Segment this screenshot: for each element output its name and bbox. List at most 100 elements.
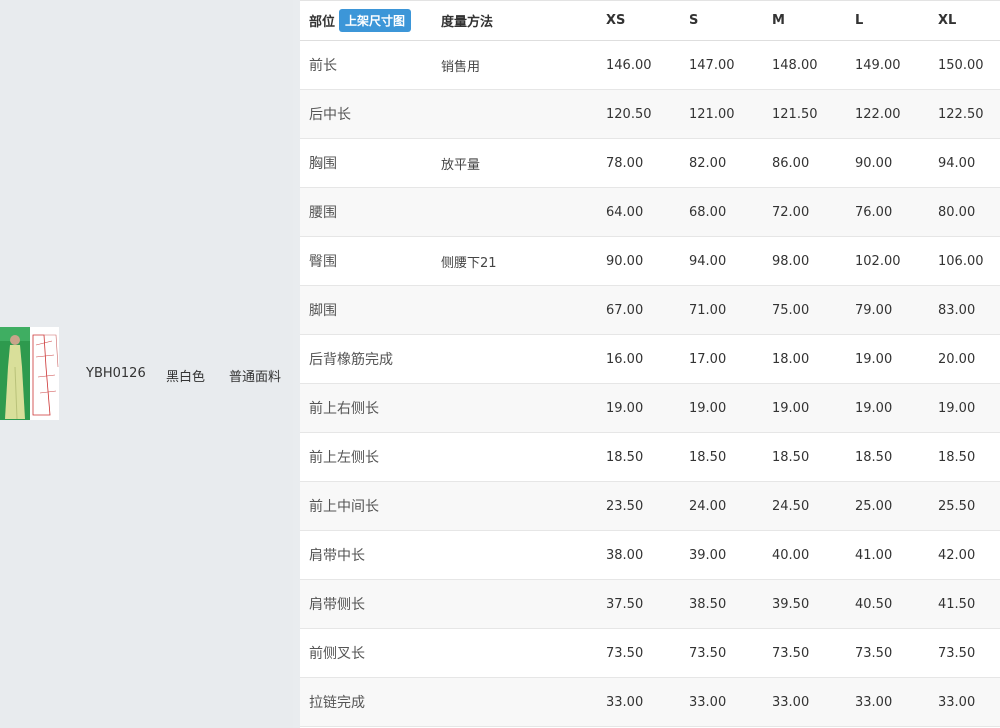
row-measure-method bbox=[432, 383, 597, 433]
row-measure-method bbox=[432, 481, 597, 531]
table-row: 臀围 侧腰下21 90.00 94.00 98.00 102.00 106.00 bbox=[300, 236, 1000, 286]
row-part-name: 臀围 bbox=[300, 236, 432, 286]
row-size-value: 83.00 bbox=[929, 285, 1000, 335]
row-size-value: 33.00 bbox=[597, 677, 680, 727]
row-size-value: 18.50 bbox=[846, 432, 929, 482]
row-size-value: 150.00 bbox=[929, 40, 1000, 90]
row-measure-method: 销售用 bbox=[432, 40, 597, 90]
row-size-value: 25.50 bbox=[929, 481, 1000, 531]
row-size-value: 33.00 bbox=[846, 677, 929, 727]
row-size-value: 73.50 bbox=[763, 628, 846, 678]
row-size-value: 40.00 bbox=[763, 530, 846, 580]
row-size-value: 25.00 bbox=[846, 481, 929, 531]
size-chart-body: 前长 销售用 146.00 147.00 148.00 149.00 150.00 后中长 12… bbox=[300, 40, 1000, 727]
row-size-value: 42.00 bbox=[929, 530, 1000, 580]
row-size-value: 67.00 bbox=[597, 285, 680, 335]
row-part-name: 脚围 bbox=[300, 285, 432, 335]
row-size-value: 121.50 bbox=[763, 89, 846, 139]
table-row: 前长 销售用 146.00 147.00 148.00 149.00 150.00 bbox=[300, 40, 1000, 90]
product-thumbnail[interactable] bbox=[0, 327, 59, 420]
row-size-value: 18.00 bbox=[763, 334, 846, 384]
row-size-value: 19.00 bbox=[763, 383, 846, 433]
row-size-value: 19.00 bbox=[846, 334, 929, 384]
row-size-value: 79.00 bbox=[846, 285, 929, 335]
row-measure-method bbox=[432, 677, 597, 727]
row-size-value: 23.50 bbox=[597, 481, 680, 531]
header-part-label: 部位 bbox=[309, 15, 336, 30]
dress-sketch-icon bbox=[0, 327, 59, 420]
header-size-xs: XS bbox=[597, 0, 680, 41]
row-part-name: 前上左侧长 bbox=[300, 432, 432, 482]
table-row: 前侧叉长 73.50 73.50 73.50 73.50 73.50 bbox=[300, 628, 1000, 678]
header-size-m: M bbox=[763, 0, 846, 41]
row-size-value: 146.00 bbox=[597, 40, 680, 90]
header-size-l: L bbox=[846, 0, 929, 41]
table-row: 后中长 120.50 121.00 121.50 122.00 122.50 bbox=[300, 89, 1000, 139]
row-size-value: 19.00 bbox=[680, 383, 763, 433]
row-part-name: 前上右侧长 bbox=[300, 383, 432, 433]
table-row: 前上左侧长 18.50 18.50 18.50 18.50 18.50 bbox=[300, 432, 1000, 482]
row-size-value: 147.00 bbox=[680, 40, 763, 90]
table-row: 肩带侧长 37.50 38.50 39.50 40.50 41.50 bbox=[300, 579, 1000, 629]
row-size-value: 38.50 bbox=[680, 579, 763, 629]
row-measure-method bbox=[432, 89, 597, 139]
row-size-value: 19.00 bbox=[846, 383, 929, 433]
product-fabric: 普通面料 bbox=[229, 370, 282, 385]
row-measure-method bbox=[432, 628, 597, 678]
row-size-value: 90.00 bbox=[846, 138, 929, 188]
row-size-value: 94.00 bbox=[929, 138, 1000, 188]
row-size-value: 120.50 bbox=[597, 89, 680, 139]
row-size-value: 18.50 bbox=[597, 432, 680, 482]
row-part-name: 拉链完成 bbox=[300, 677, 432, 727]
row-measure-method bbox=[432, 530, 597, 580]
row-size-value: 40.50 bbox=[846, 579, 929, 629]
table-row: 前上中间长 23.50 24.00 24.50 25.00 25.50 bbox=[300, 481, 1000, 531]
table-row: 拉链完成 33.00 33.00 33.00 33.00 33.00 bbox=[300, 677, 1000, 727]
row-size-value: 33.00 bbox=[763, 677, 846, 727]
row-size-value: 90.00 bbox=[597, 236, 680, 286]
row-part-name: 前侧叉长 bbox=[300, 628, 432, 678]
row-part-name: 后中长 bbox=[300, 89, 432, 139]
header-size-s: S bbox=[680, 0, 763, 41]
row-size-value: 24.50 bbox=[763, 481, 846, 531]
row-size-value: 18.50 bbox=[929, 432, 1000, 482]
row-size-value: 24.00 bbox=[680, 481, 763, 531]
row-measure-method: 侧腰下21 bbox=[432, 236, 597, 286]
row-size-value: 71.00 bbox=[680, 285, 763, 335]
row-measure-method bbox=[432, 579, 597, 629]
row-size-value: 68.00 bbox=[680, 187, 763, 237]
row-size-value: 39.50 bbox=[763, 579, 846, 629]
row-size-value: 19.00 bbox=[929, 383, 1000, 433]
row-size-value: 37.50 bbox=[597, 579, 680, 629]
row-size-value: 72.00 bbox=[763, 187, 846, 237]
row-size-value: 82.00 bbox=[680, 138, 763, 188]
row-size-value: 78.00 bbox=[597, 138, 680, 188]
row-size-value: 149.00 bbox=[846, 40, 929, 90]
row-size-value: 33.00 bbox=[680, 677, 763, 727]
product-info-panel: YBH0126 黑白色 普通面料 bbox=[0, 0, 293, 728]
upload-size-chart-button[interactable]: 上架尺寸图 bbox=[339, 9, 412, 32]
row-size-value: 73.50 bbox=[846, 628, 929, 678]
row-part-name: 肩带中长 bbox=[300, 530, 432, 580]
row-measure-method: 放平量 bbox=[432, 138, 597, 188]
row-size-value: 76.00 bbox=[846, 187, 929, 237]
table-row: 后背橡筋完成 16.00 17.00 18.00 19.00 20.00 bbox=[300, 334, 1000, 384]
row-size-value: 102.00 bbox=[846, 236, 929, 286]
row-part-name: 前上中间长 bbox=[300, 481, 432, 531]
row-size-value: 64.00 bbox=[597, 187, 680, 237]
size-chart-table: 部位 上架尺寸图 度量方法 XS S M L XL 前长 销售用 146.00 147.… bbox=[300, 0, 1000, 727]
product-color: 黑白色 bbox=[166, 370, 206, 385]
row-size-value: 73.50 bbox=[929, 628, 1000, 678]
row-measure-method bbox=[432, 187, 597, 237]
product-sku: YBH0126 bbox=[86, 366, 146, 381]
row-size-value: 19.00 bbox=[597, 383, 680, 433]
row-size-value: 122.00 bbox=[846, 89, 929, 139]
row-size-value: 80.00 bbox=[929, 187, 1000, 237]
row-part-name: 后背橡筋完成 bbox=[300, 334, 432, 384]
row-size-value: 41.00 bbox=[846, 530, 929, 580]
row-size-value: 20.00 bbox=[929, 334, 1000, 384]
table-row: 前上右侧长 19.00 19.00 19.00 19.00 19.00 bbox=[300, 383, 1000, 433]
row-size-value: 94.00 bbox=[680, 236, 763, 286]
row-size-value: 86.00 bbox=[763, 138, 846, 188]
row-measure-method bbox=[432, 285, 597, 335]
